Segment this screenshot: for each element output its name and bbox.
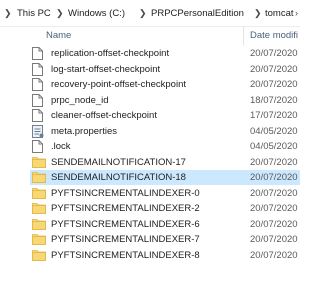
date-modified: 20/07/2020 xyxy=(250,48,298,59)
file-row[interactable]: log-start-offset-checkpoint 20/07/2020 xyxy=(0,62,300,77)
file-icon xyxy=(32,62,46,76)
chevron-right-icon: ❯ xyxy=(4,8,12,18)
folder-row[interactable]: PYFTSINCREMENTALINDEXER-0 20/07/2020 xyxy=(0,186,300,201)
file-name: PYFTSINCREMENTALINDEXER-0 xyxy=(51,187,200,199)
file-name: PYFTSINCREMENTALINDEXER-7 xyxy=(51,234,200,245)
file-row[interactable]: cleaner-offset-checkpoint 17/07/2020 xyxy=(0,108,300,123)
file-name: SENDEMAILNOTIFICATION-18 xyxy=(51,172,186,183)
breadcrumb-prpcpersonaledition[interactable]: PRPCPersonalEdition xyxy=(151,8,244,19)
date-modified: 20/07/2020 xyxy=(250,249,298,261)
file-name: SENDEMAILNOTIFICATION-17 xyxy=(51,156,186,168)
breadcrumb-tomcat[interactable]: tomcat xyxy=(265,8,294,19)
file-name: recovery-point-offset-checkpoint xyxy=(51,79,186,90)
folder-row[interactable]: SENDEMAILNOTIFICATION-18 20/07/2020 xyxy=(0,170,300,185)
folder-row[interactable]: PYFTSINCREMENTALINDEXER-6 20/07/2020 xyxy=(0,217,300,232)
date-modified: 20/07/2020 xyxy=(250,187,298,199)
folder-icon xyxy=(32,202,46,215)
file-name: meta.properties xyxy=(51,125,118,137)
file-name: log-start-offset-checkpoint xyxy=(51,63,161,75)
address-bar[interactable]: ❯ This PC ❯ Windows (C:) ❯ PRPCPersonalE… xyxy=(0,0,300,27)
folder-icon xyxy=(32,187,46,200)
file-row[interactable]: prpc_node_id 18/07/2020 xyxy=(0,93,300,108)
column-header-date-modified[interactable]: Date modifi xyxy=(250,30,298,41)
file-icon xyxy=(32,78,46,91)
chevron-right-icon[interactable]: ❯ xyxy=(139,8,147,19)
folder-icon xyxy=(32,249,46,262)
file-row[interactable]: recovery-point-offset-checkpoint 20/07/20… xyxy=(0,77,300,92)
folder-icon xyxy=(32,233,46,246)
breadcrumb-this-pc[interactable]: This PC xyxy=(17,8,51,19)
folder-icon xyxy=(32,218,46,231)
folder-icon xyxy=(32,156,46,169)
folder-icon xyxy=(32,171,46,184)
date-modified: 04/05/2020 xyxy=(250,125,298,137)
date-modified: 04/05/2020 xyxy=(250,141,298,152)
breadcrumb-windows-c[interactable]: Windows (C:) xyxy=(68,8,125,19)
date-modified: 17/07/2020 xyxy=(250,110,298,121)
file-icon xyxy=(32,93,46,107)
column-divider[interactable] xyxy=(243,26,244,46)
file-row[interactable]: .lock 04/05/2020 xyxy=(0,139,300,154)
chevron-right-icon[interactable]: › xyxy=(295,8,298,18)
file-icon xyxy=(32,140,46,153)
folder-row[interactable]: PYFTSINCREMENTALINDEXER-8 20/07/2020 xyxy=(0,248,300,263)
folder-row[interactable]: PYFTSINCREMENTALINDEXER-7 20/07/2020 xyxy=(0,232,300,247)
date-modified: 18/07/2020 xyxy=(250,94,298,106)
file-name: PYFTSINCREMENTALINDEXER-6 xyxy=(51,218,200,230)
column-header-name[interactable]: Name xyxy=(46,30,71,41)
file-name: prpc_node_id xyxy=(51,94,109,106)
column-header-row: Name Date modifi xyxy=(0,26,300,46)
date-modified: 20/07/2020 xyxy=(250,63,298,75)
file-row[interactable]: meta.properties 04/05/2020 xyxy=(0,124,300,139)
folder-row[interactable]: SENDEMAILNOTIFICATION-17 20/07/2020 xyxy=(0,155,300,170)
file-row[interactable]: replication-offset-checkpoint 20/07/2020 xyxy=(0,46,300,61)
file-name: cleaner-offset-checkpoint xyxy=(51,110,157,121)
file-name: PYFTSINCREMENTALINDEXER-2 xyxy=(51,203,200,214)
chevron-right-icon[interactable]: ❯ xyxy=(56,8,64,19)
folder-row[interactable]: PYFTSINCREMENTALINDEXER-2 20/07/2020 xyxy=(0,201,300,216)
file-name: PYFTSINCREMENTALINDEXER-8 xyxy=(51,249,200,261)
date-modified: 20/07/2020 xyxy=(250,234,298,245)
date-modified: 20/07/2020 xyxy=(250,79,298,90)
file-name: .lock xyxy=(51,141,71,152)
date-modified: 20/07/2020 xyxy=(250,203,298,214)
date-modified: 20/07/2020 xyxy=(250,218,298,230)
chevron-right-icon[interactable]: ❯ xyxy=(254,8,262,19)
date-modified: 20/07/2020 xyxy=(250,172,298,183)
file-icon xyxy=(32,109,46,122)
date-modified: 20/07/2020 xyxy=(250,156,298,168)
properties-file-icon xyxy=(32,124,46,138)
file-icon xyxy=(32,47,46,60)
file-name: replication-offset-checkpoint xyxy=(51,48,170,59)
